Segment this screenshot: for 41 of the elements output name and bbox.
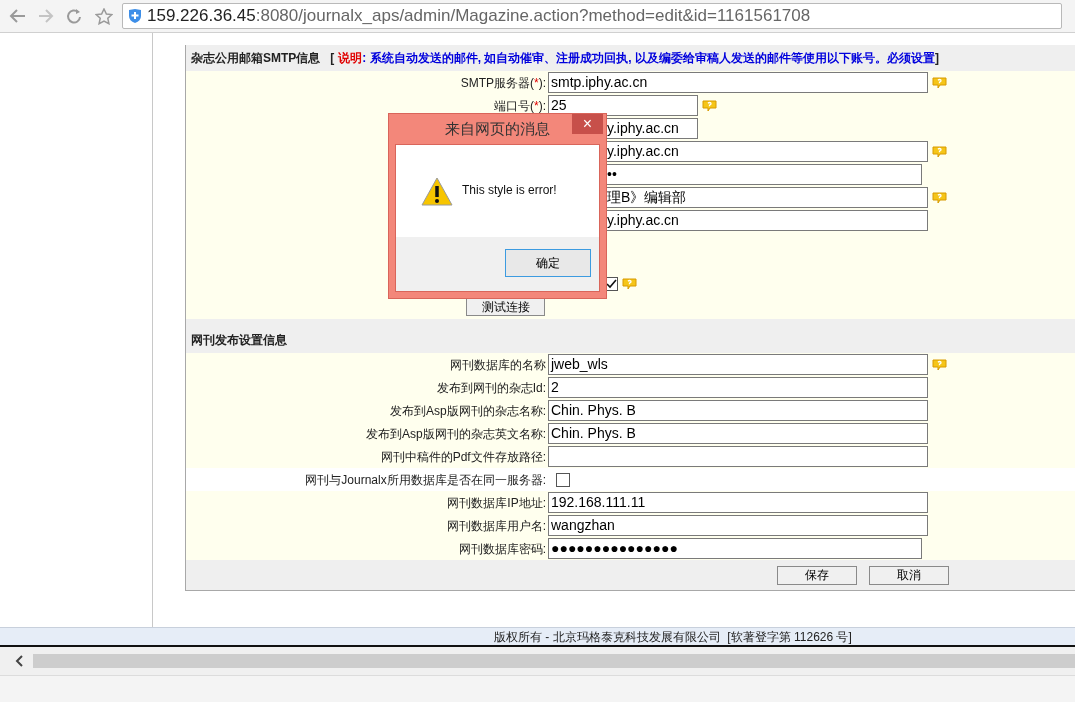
- field-label: SMTP服务器(*):: [460, 74, 546, 92]
- ok-button[interactable]: 确定: [505, 249, 591, 277]
- field-label: 端口号(*):: [494, 97, 546, 115]
- section-title: 网刊发布设置信息: [191, 332, 287, 349]
- field-label: 网刊数据库密码:: [458, 540, 546, 558]
- dialog-title: 来自网页的消息: [445, 118, 550, 139]
- input-field[interactable]: 2: [548, 377, 928, 398]
- field-label: 网刊数据库IP地址:: [447, 494, 546, 512]
- field-label: 网刊中稿件的Pdf文件存放路径:: [380, 448, 546, 466]
- input-field[interactable]: jweb_wls: [548, 354, 928, 375]
- section-note: [ 说明: 系统自动发送的邮件, 如自动催审、注册成功回执, 以及编委给审稿人发送的邮件等使用以下账号。必须设置]: [330, 50, 939, 67]
- field-label: 网刊数据库用户名:: [446, 517, 546, 535]
- field-label: 网刊数据库的名称: [450, 356, 546, 374]
- input-field[interactable]: [548, 446, 928, 467]
- copyright-text: 版权所有 - 北京玛格泰克科技发展有限公司 [软著登字第 112626 号]: [494, 628, 852, 646]
- field-label: 发布到Asp版网刊的杂志名称:: [390, 402, 546, 420]
- input-field[interactable]: smtp.iphy.ac.cn: [548, 72, 928, 93]
- scrollbar-thumb[interactable]: [33, 654, 1075, 668]
- warning-icon: [421, 177, 453, 206]
- back-icon[interactable]: [9, 8, 27, 24]
- input-field[interactable]: wangzhan: [548, 515, 928, 536]
- input-field[interactable]: Chin. Phys. B: [548, 400, 928, 421]
- input-field[interactable]: 25: [548, 95, 698, 116]
- checkbox[interactable]: [556, 472, 570, 487]
- input-field[interactable]: 192.168.111.11: [548, 492, 928, 513]
- star-icon[interactable]: [95, 7, 113, 25]
- save-button[interactable]: 保存: [777, 565, 857, 585]
- close-button[interactable]: ×: [572, 114, 603, 134]
- address-bar[interactable]: 159.226.36.45:8080/journalx_aps/admin/Magazine.action?method=edit&id=1161561708: [122, 3, 1062, 29]
- forward-icon[interactable]: [38, 9, 54, 23]
- input-field[interactable]: Chin. Phys. B: [548, 423, 928, 444]
- field-label: 发布到Asp版网刊的杂志英文名称:: [366, 425, 546, 443]
- scroll-left-icon[interactable]: [15, 655, 25, 667]
- cancel-button[interactable]: 取消: [869, 565, 949, 585]
- field-label: 网刊与Journalx所用数据库是否在同一服务器:: [305, 471, 546, 489]
- input-field[interactable]: ●●●●●●●●●●●●●●●: [548, 538, 922, 559]
- field-label: 发布到网刊的杂志Id:: [436, 379, 546, 397]
- url-text: 159.226.36.45:8080/journalx_aps/admin/Magazine.action?method=edit&id=1161561708: [147, 5, 811, 28]
- shield-icon: [128, 8, 142, 24]
- section-title: 杂志公用邮箱SMTP信息: [191, 50, 321, 67]
- reload-icon[interactable]: [66, 7, 83, 25]
